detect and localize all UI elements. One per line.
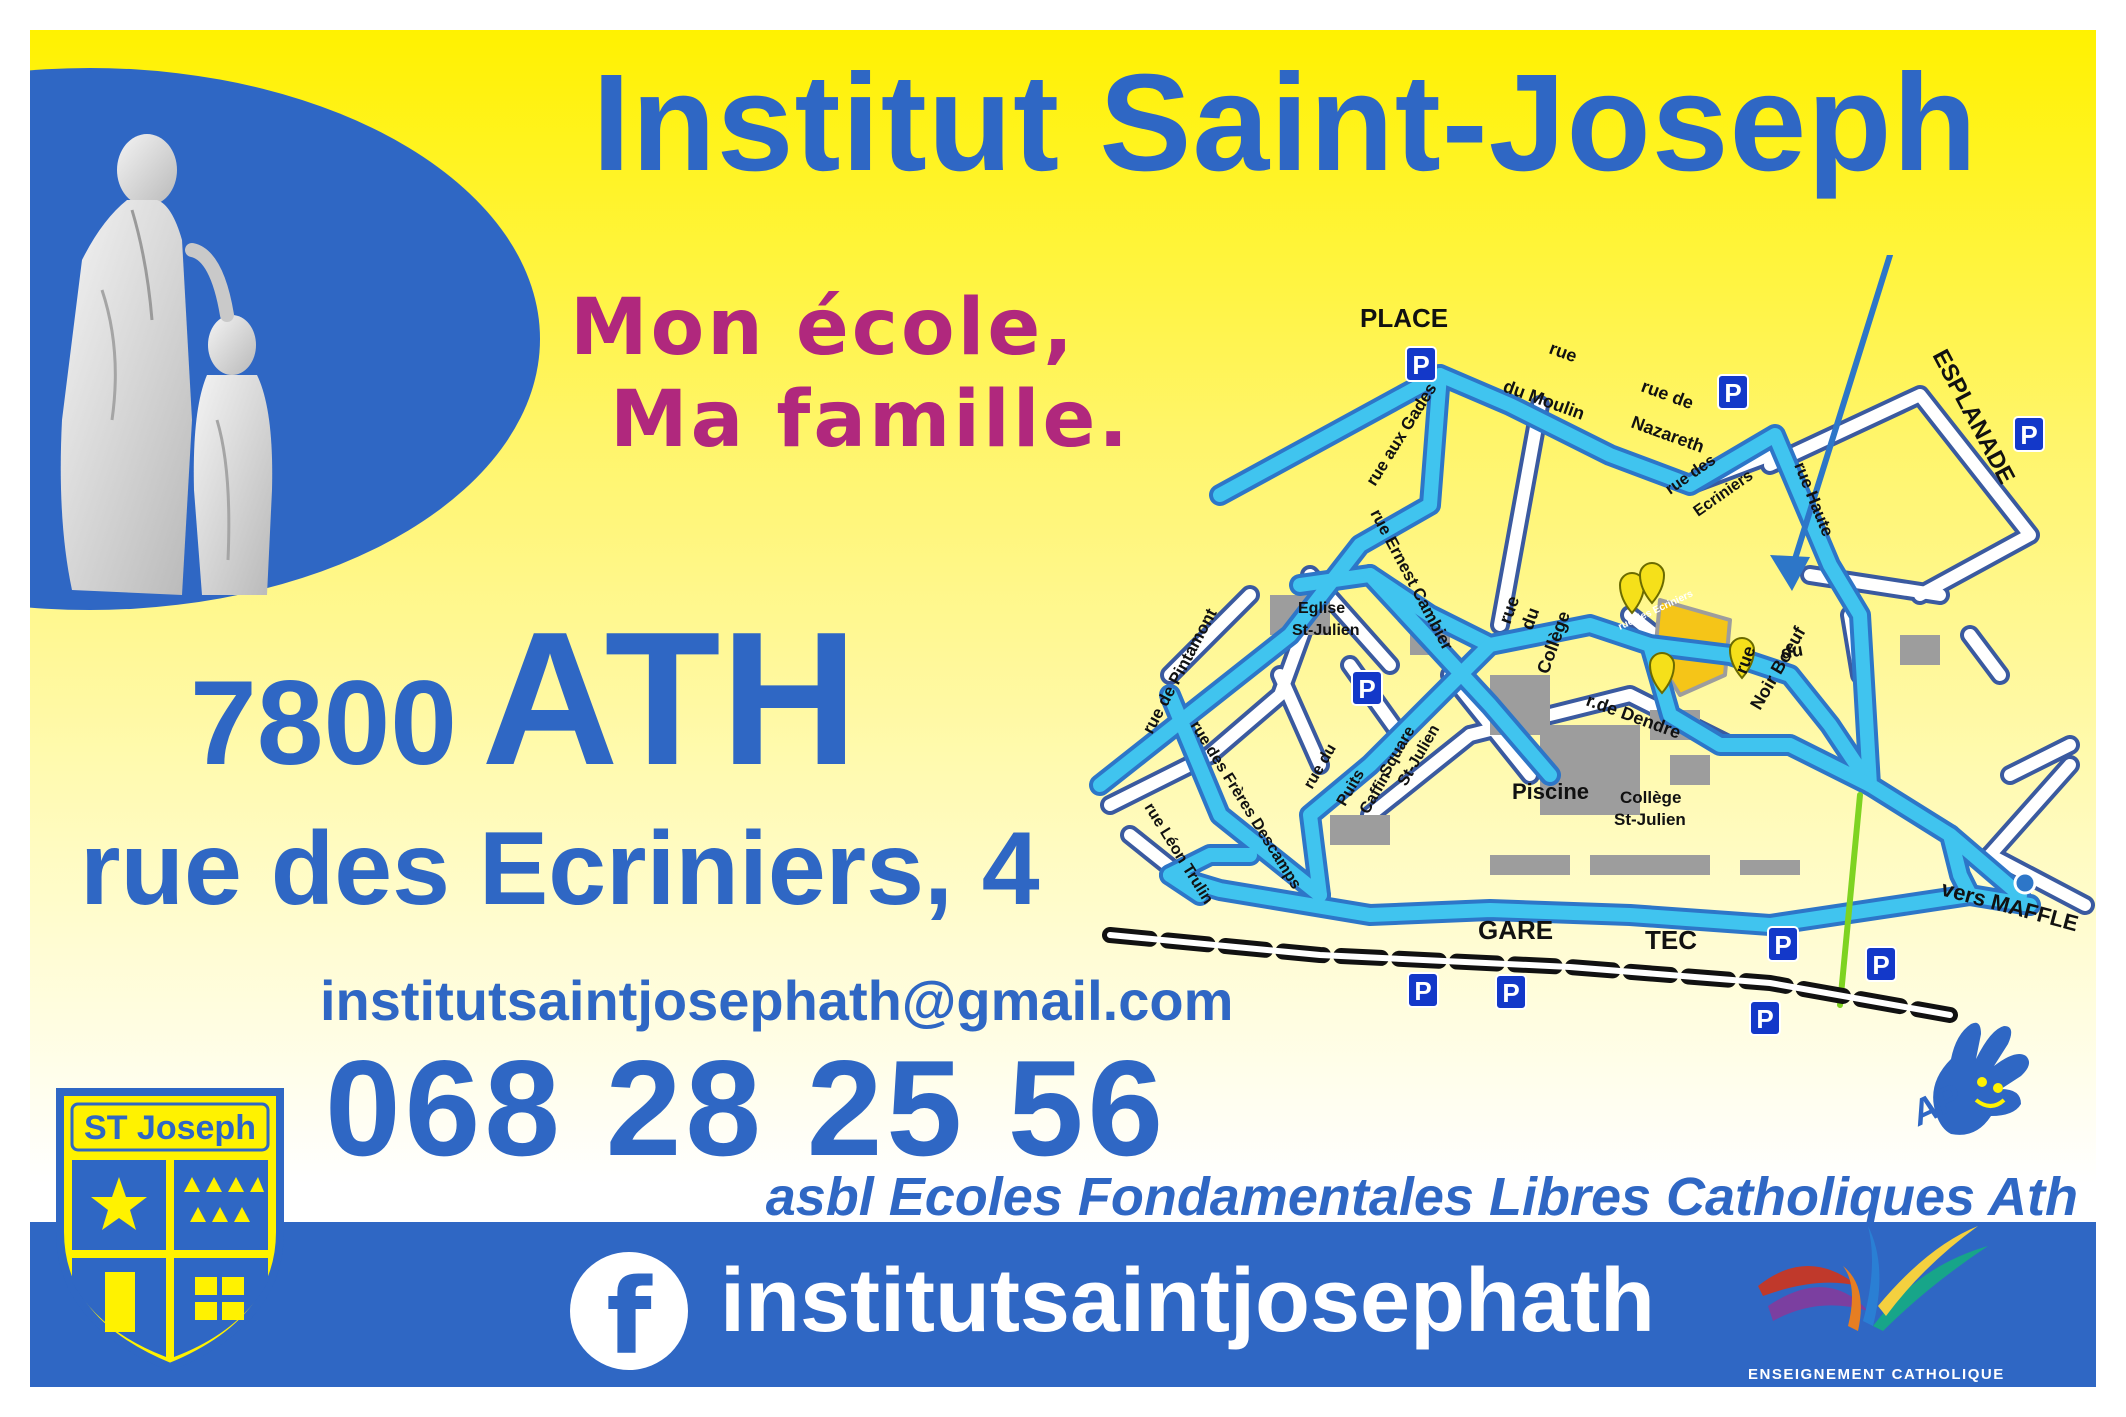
map-label-gare: GARE [1478,915,1553,945]
svg-text:P: P [1724,378,1741,408]
map-label-rue-nazareth: rue de [1639,376,1697,413]
svg-text:P: P [1358,674,1375,704]
parking-sign: P [1865,946,1897,982]
parking-sign: P [1407,972,1439,1008]
svg-text:P: P [1774,930,1791,960]
street-address: rue des Ecriniers, 4 [80,811,1040,927]
parking-sign: P [1749,1000,1781,1036]
map-label-college: Collège [1620,788,1681,807]
svg-text:P: P [1412,350,1429,380]
saint-joseph-statue-image [60,134,273,595]
slogan-line-1: Mon école, [570,283,1076,373]
organization-name: asbl Ecoles Fondamentales Libres Catholi… [765,1167,2078,1227]
map-label-piscine: Piscine [1512,779,1589,804]
map-label-rue-moulin: rue [1547,338,1580,366]
svg-text:P: P [1502,978,1519,1008]
svg-text:P: P [1756,1004,1773,1034]
parking-sign: P [1767,926,1799,962]
postcode-city: 7800 ATH [190,590,858,808]
st-joseph-shield-logo: ST Joseph [56,1088,284,1372]
enseignement-catholique-logo: ENSEIGNEMENT CATHOLIQUE [1748,1226,2005,1386]
city-name: ATH [481,593,858,805]
parking-sign: P [2013,416,2045,452]
ap-hand-logo: AP [1904,1022,2030,1135]
parking-sign: P [1351,670,1383,706]
svg-text:P: P [1872,950,1889,980]
shield-text: ST Joseph [84,1109,256,1147]
street-map: P P P P P P P P P PLACE rue du Moulin ru… [1089,255,2095,1036]
school-title: Institut Saint-Joseph [592,46,1978,200]
poster: Institut Saint-Joseph Mon école, Ma fami… [30,30,2096,1387]
slogan-line-2: Ma famille. [610,375,1131,465]
svg-text:P: P [1414,976,1431,1006]
map-label-eglise: St-Julien [1292,622,1360,639]
facebook-handle: institutsaintjosephath [720,1251,1656,1351]
facebook-icon: f [570,1252,688,1378]
map-label-place: PLACE [1360,303,1448,333]
svg-text:P: P [2020,420,2037,450]
parking-sign: P [1405,346,1437,382]
map-label-college: St-Julien [1614,810,1686,829]
map-label-rue-nazareth: Nazareth [1629,412,1707,457]
facebook-icon-letter: f [606,1256,652,1378]
slogan: Mon école, Ma famille. [570,282,1131,466]
shield-figures-icon [105,1272,135,1332]
postcode: 7800 [190,656,457,790]
map-label-eglise: Eglise [1298,600,1345,617]
parking-sign: P [1495,974,1527,1010]
catholic-logo-brush-icon [1758,1226,1988,1331]
phone-number: 068 28 25 56 [325,1032,1168,1184]
catholic-logo-text: ENSEIGNEMENT CATHOLIQUE [1748,1366,2005,1383]
map-label-tec: TEC [1645,925,1697,955]
parking-sign: P [1717,374,1749,410]
